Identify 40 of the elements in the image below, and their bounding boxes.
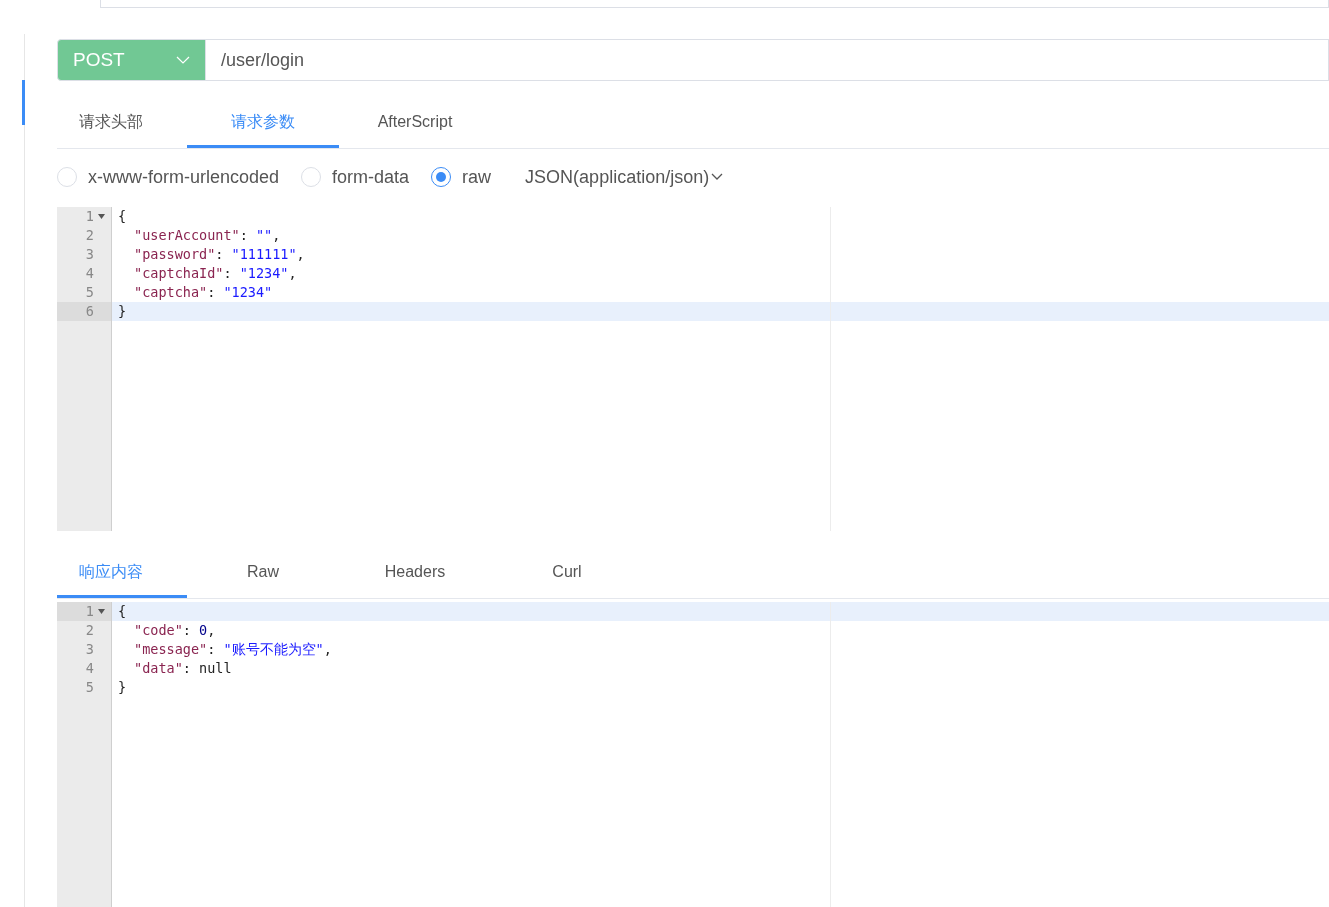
tab[interactable]: 请求头部 (57, 99, 187, 148)
url-field[interactable]: /user/login (206, 39, 1329, 81)
line-number: 5 (84, 678, 95, 697)
code-line: } (118, 679, 127, 695)
tab[interactable]: Headers (339, 549, 491, 598)
chevron-down-icon (176, 56, 190, 64)
code-line: { (118, 603, 127, 619)
tab[interactable]: AfterScript (339, 99, 491, 148)
sidebar-indicator (22, 80, 25, 125)
top-field[interactable] (100, 0, 1329, 8)
line-number: 4 (84, 264, 95, 283)
line-number: 3 (84, 245, 95, 264)
code-line: "code": 0, (133, 622, 216, 638)
line-number: 2 (84, 621, 95, 640)
code-line: "password": "111111", (133, 246, 305, 262)
code-line: "captchaId": "1234", (133, 265, 297, 281)
tab[interactable]: Curl (491, 549, 643, 598)
line-number: 4 (84, 659, 95, 678)
line-number: 1 (57, 207, 111, 226)
line-number: 6 (57, 302, 111, 321)
line-number: 3 (84, 640, 95, 659)
code-line: "userAccount": "", (133, 227, 281, 243)
tab[interactable]: 响应内容 (57, 549, 187, 598)
line-number: 5 (84, 283, 95, 302)
content-type-dropdown[interactable]: JSON(application/json) (525, 166, 724, 188)
line-number: 1 (57, 602, 111, 621)
tab[interactable]: 请求参数 (187, 99, 339, 148)
code-line: "data": null (133, 660, 232, 676)
code-editor[interactable]: 1 2 3 4 5 { "code": 0, "message": "账号不能为空", "data": null } (57, 602, 1329, 907)
tab[interactable]: Raw (187, 549, 339, 598)
radio-label[interactable]: x-www-form-urlencoded (88, 166, 280, 188)
code-editor[interactable]: 1 2 3 4 5 6 { "userAccount": "", "password": "111111", "captchaId": "1234", "captcha": "1234" } (57, 207, 1329, 531)
radio-label[interactable]: form-data (332, 166, 410, 188)
line-number: 2 (84, 226, 95, 245)
chevron-down-icon (711, 173, 724, 181)
code-line: "captcha": "1234" (133, 284, 273, 300)
radio-label[interactable]: raw (462, 166, 492, 188)
code-line: "message": "账号不能为空", (133, 641, 332, 657)
code-line: } (118, 303, 127, 319)
code-line: { (118, 208, 127, 224)
